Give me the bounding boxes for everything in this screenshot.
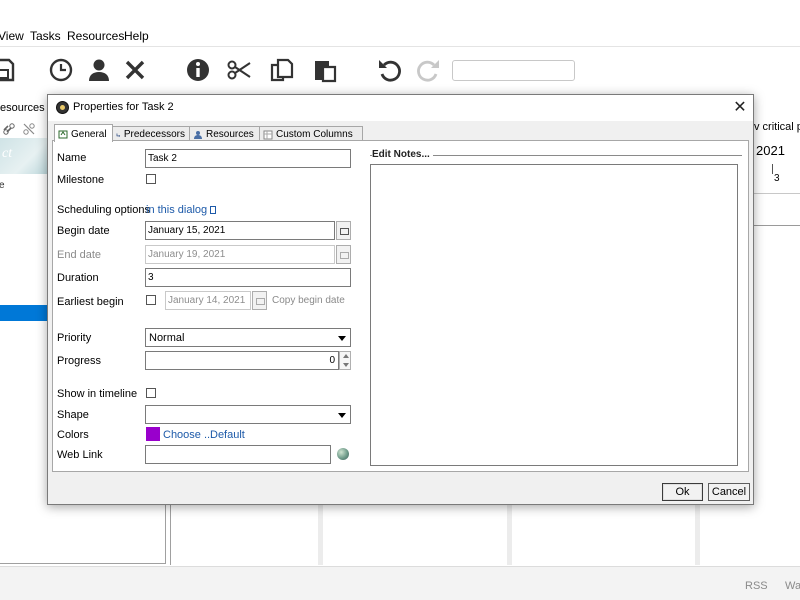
unlink-icon[interactable] (22, 122, 36, 136)
dialog-titlebar: Properties for Task 2 ✕ (48, 95, 753, 121)
shape-select[interactable] (145, 405, 351, 424)
menu-bar: View Tasks Resources Help (0, 24, 800, 46)
show-in-timeline-label: Show in timeline (57, 388, 138, 400)
priority-select[interactable]: Normal (145, 328, 351, 347)
close-icon[interactable]: ✕ (730, 98, 750, 118)
earliest-begin-calendar-icon (252, 291, 267, 310)
end-date-label: End date (57, 249, 102, 261)
external-link-icon (210, 206, 217, 214)
project-logo: ct (0, 138, 48, 174)
column-header-fragment: e (0, 180, 5, 191)
selected-task-row[interactable] (0, 305, 48, 321)
task-properties-dialog: Properties for Task 2 ✕ General Predeces… (47, 94, 754, 505)
earliest-begin-label: Earliest begin (57, 296, 124, 308)
earliest-begin-checkbox[interactable] (146, 295, 156, 305)
link-icon[interactable] (2, 122, 16, 136)
ok-button[interactable]: Ok (662, 483, 703, 501)
menu-help[interactable]: Help (124, 29, 149, 43)
progress-stepper[interactable] (339, 351, 351, 370)
duration-label: Duration (57, 272, 99, 284)
priority-value: Normal (149, 332, 185, 344)
undo-icon[interactable] (374, 55, 404, 85)
tab-resources[interactable]: Resources (189, 126, 260, 141)
custom-columns-tab-icon (263, 130, 273, 139)
duration-input[interactable]: 3 (145, 268, 351, 287)
web-link-input[interactable] (145, 445, 331, 464)
color-swatch[interactable] (146, 427, 160, 441)
begin-date-calendar-icon[interactable] (336, 221, 351, 240)
toolbar-search-input[interactable] (452, 60, 575, 81)
progress-input[interactable]: 0 (145, 351, 339, 370)
menu-view[interactable]: View (0, 29, 24, 43)
tab-custom-columns[interactable]: Custom Columns (259, 126, 363, 141)
default-color-link[interactable]: Default (210, 429, 245, 441)
toolbar (0, 46, 800, 94)
paste-icon[interactable] (310, 55, 340, 85)
tab-predecessors[interactable]: Predecessors (112, 126, 190, 141)
rss-link[interactable]: RSS (745, 580, 768, 592)
milestone-checkbox[interactable] (146, 174, 156, 184)
status-extra: Wa (785, 580, 800, 592)
end-date-calendar-icon (336, 245, 351, 264)
timeline-year: 2021 (756, 143, 785, 158)
name-label: Name (57, 152, 87, 164)
predecessors-tab-icon (116, 133, 121, 137)
progress-label: Progress (57, 355, 102, 367)
menu-tasks[interactable]: Tasks (30, 29, 61, 43)
chart-weekend-column (507, 505, 512, 565)
edit-notes-label: Edit Notes... (372, 149, 433, 160)
show-in-timeline-checkbox[interactable] (146, 388, 156, 398)
choose-color-link[interactable]: Choose ... (163, 429, 213, 441)
begin-date-input[interactable]: January 15, 2021 (145, 221, 335, 240)
notes-textarea[interactable] (370, 164, 738, 466)
general-tab-icon (58, 130, 68, 139)
general-tab-panel: Name Task 2 Milestone Scheduling options… (52, 140, 749, 472)
scheduling-options-link[interactable]: in this dialog (146, 204, 217, 216)
begin-date-label: Begin date (57, 225, 110, 237)
menu-resources[interactable]: Resources (67, 29, 124, 43)
chart-weekend-column (318, 505, 323, 565)
milestone-label: Milestone (57, 174, 105, 186)
user-icon[interactable] (84, 55, 114, 85)
delete-icon[interactable] (120, 55, 150, 85)
colors-label: Colors (57, 429, 89, 441)
gantt-chart-area (170, 505, 800, 565)
cut-icon[interactable] (224, 55, 254, 85)
app-icon (56, 101, 69, 114)
save-icon[interactable] (0, 55, 18, 85)
info-icon[interactable] (183, 55, 213, 85)
chart-weekend-column (695, 505, 700, 565)
copy-begin-date-button: Copy begin date (272, 295, 345, 306)
show-critical-path-toggle[interactable]: v critical pa (754, 121, 800, 133)
cancel-button[interactable]: Cancel (708, 483, 750, 501)
timeline-tick: 3 (774, 173, 780, 184)
scheduling-options-label: Scheduling options (57, 204, 150, 216)
name-input[interactable]: Task 2 (145, 149, 351, 168)
dialog-title: Properties for Task 2 (73, 101, 174, 113)
tab-general[interactable]: General (54, 124, 113, 142)
status-bar: RSS Wa (0, 566, 800, 600)
redo-icon[interactable] (414, 55, 444, 85)
globe-icon[interactable] (337, 448, 349, 460)
web-link-label: Web Link (57, 449, 103, 461)
earliest-begin-input: January 14, 2021 (165, 291, 251, 310)
shape-label: Shape (57, 409, 89, 421)
chevron-down-icon (338, 336, 346, 341)
end-date-input: January 19, 2021 (145, 245, 335, 264)
copy-icon[interactable] (267, 55, 297, 85)
clock-icon[interactable] (46, 55, 76, 85)
chevron-down-icon (338, 413, 346, 418)
notes-group: Edit Notes... (370, 149, 744, 466)
timeline-tick-line (772, 164, 773, 174)
resources-tab-icon (194, 130, 202, 139)
priority-label: Priority (57, 332, 92, 344)
